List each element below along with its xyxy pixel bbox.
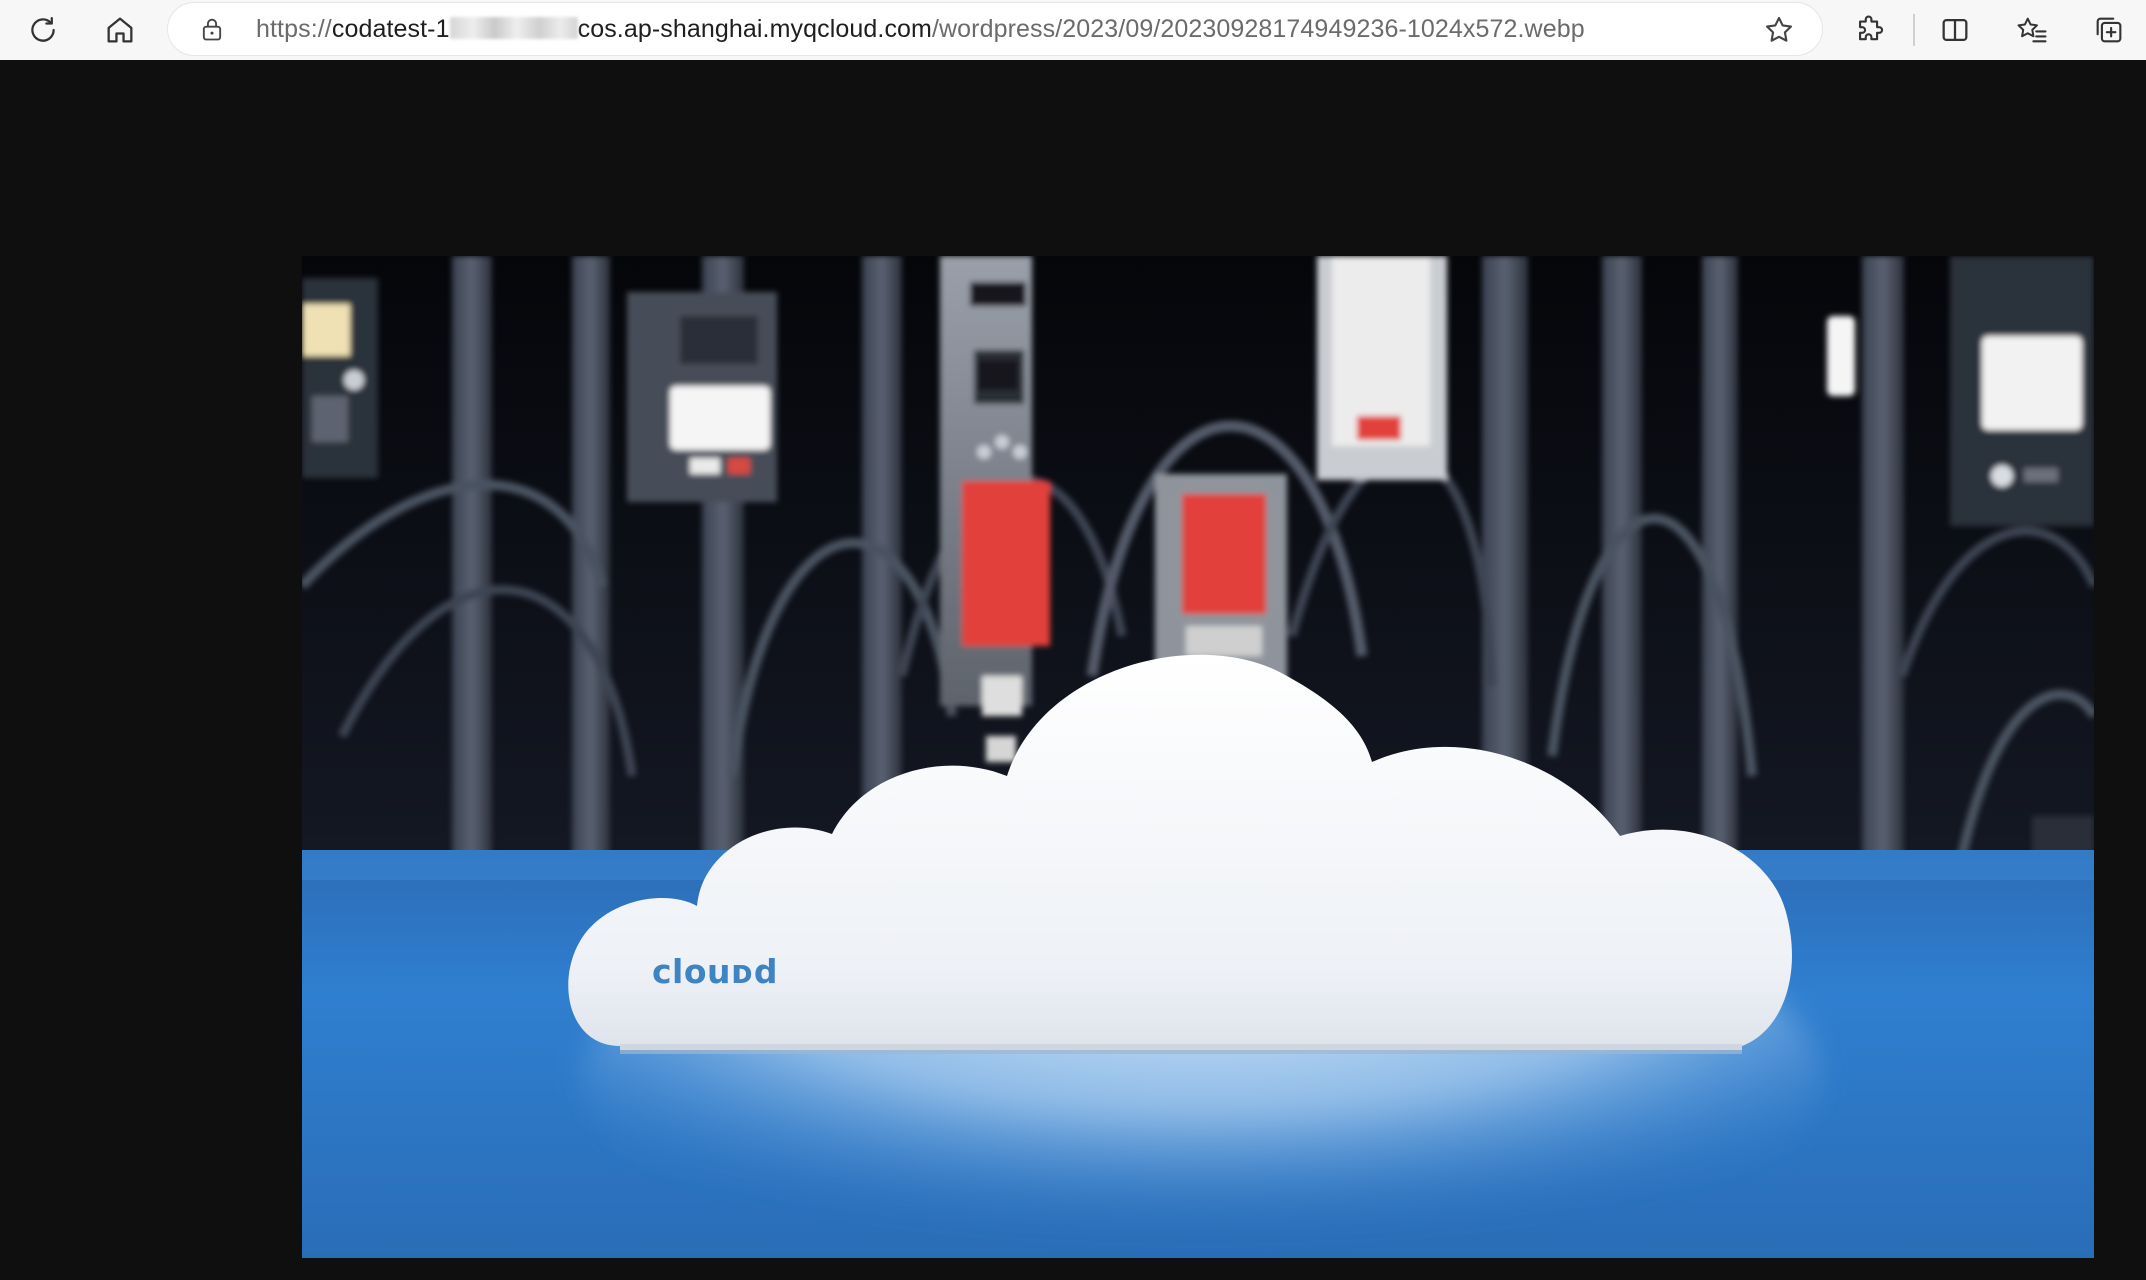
cloud-server-illustration <box>302 256 2094 1258</box>
refresh-icon <box>31 16 55 42</box>
refresh-button[interactable] <box>17 4 69 56</box>
url-host-end: cos.ap-shanghai.myqcloud.com <box>577 15 932 43</box>
image-viewer: clouᴅd <box>0 60 2146 1280</box>
browser-toolbar: https://codatest-1 cos.ap-shanghai.myqclo… <box>0 0 2146 60</box>
toolbar-divider <box>1913 14 1915 46</box>
url-prefix: https:// <box>256 15 332 43</box>
collections-button[interactable] <box>2083 4 2135 56</box>
displayed-image[interactable]: clouᴅd <box>302 256 2094 1258</box>
collections-icon <box>2096 17 2122 43</box>
split-screen-icon <box>1942 18 1968 42</box>
star-icon[interactable] <box>1762 13 1796 47</box>
url-host-start: codatest-1 <box>331 15 450 43</box>
split-screen-button[interactable] <box>1929 4 1981 56</box>
home-icon <box>107 17 133 43</box>
favorites-list-icon <box>2017 17 2047 43</box>
url-path: /wordpress/2023/09/20230928174949236-102… <box>931 15 1585 43</box>
cloud-label: clouᴅd <box>652 952 778 991</box>
url-redacted-segment <box>449 17 578 40</box>
puzzle-icon <box>1859 15 1884 41</box>
url-text[interactable]: https://codatest-1 cos.ap-shanghai.myqclo… <box>256 3 1585 55</box>
favorites-button[interactable] <box>2006 4 2058 56</box>
extensions-button[interactable] <box>1844 4 1896 56</box>
home-button[interactable] <box>94 4 146 56</box>
address-bar[interactable]: https://codatest-1 cos.ap-shanghai.myqclo… <box>168 3 1822 55</box>
lock-icon[interactable] <box>198 15 226 43</box>
